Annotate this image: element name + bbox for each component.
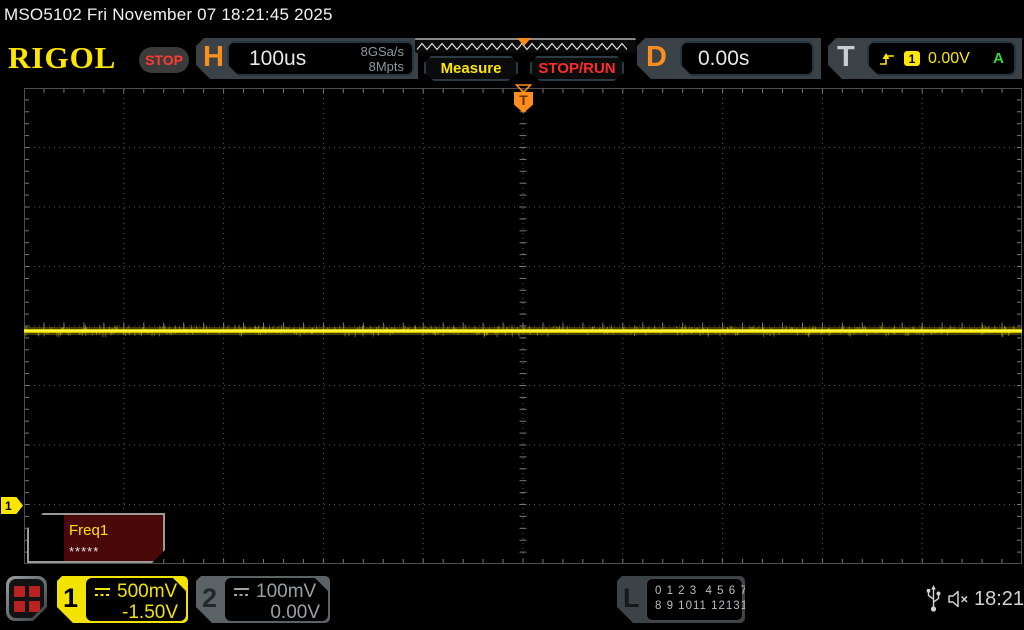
red-square-icon bbox=[14, 601, 25, 612]
memory-position-pointer-icon[interactable] bbox=[517, 38, 531, 46]
digital-channels-row2: 8 9 1011 12131415 bbox=[655, 600, 771, 612]
trigger-settings-block[interactable]: T 1 0.00V A bbox=[828, 38, 1022, 79]
speaker-muted-icon[interactable] bbox=[947, 589, 971, 609]
clock: 18:21 bbox=[974, 588, 1024, 610]
measure-button[interactable]: Measure bbox=[424, 56, 518, 81]
channel2-status-block[interactable]: 2 100mV 0.00V bbox=[196, 576, 330, 623]
digital-channels-row1: 0 1 2 3 4 5 6 7 bbox=[655, 585, 748, 597]
trigger-source-badge: 1 bbox=[904, 51, 920, 66]
measurement-value: ***** bbox=[69, 544, 100, 559]
timebase-value: 100us bbox=[249, 46, 307, 70]
acquisition-status-badge[interactable]: STOP bbox=[139, 47, 189, 73]
rigol-logo: RIGOL bbox=[8, 40, 117, 75]
channel1-scale: 500mV bbox=[117, 581, 178, 602]
channel2-offset: 0.00V bbox=[270, 602, 320, 623]
trigger-label: T bbox=[837, 41, 855, 73]
red-square-icon bbox=[29, 586, 40, 597]
dc-coupling-icon bbox=[233, 587, 251, 598]
logic-analyzer-label: L bbox=[623, 583, 640, 613]
graticule-and-waveform bbox=[24, 88, 1022, 564]
rising-edge-icon bbox=[879, 51, 896, 67]
channel2-scale: 100mV bbox=[256, 581, 317, 602]
oscilloscope-screen: MSO5102 Fri November 07 18:21:45 2025 RI… bbox=[0, 0, 1024, 630]
horizontal-label: H bbox=[203, 41, 224, 73]
red-square-icon bbox=[14, 586, 25, 597]
trigger-display: 1 0.00V A bbox=[867, 41, 1016, 76]
sample-info: 8GSa/s 8Mpts bbox=[360, 44, 404, 74]
delay-label: D bbox=[646, 41, 667, 73]
windows-menu-icon[interactable] bbox=[6, 576, 47, 621]
channel2-number: 2 bbox=[202, 583, 218, 613]
dc-coupling-icon bbox=[94, 587, 112, 598]
model-and-datetime: MSO5102 Fri November 07 18:21:45 2025 bbox=[4, 5, 333, 24]
channel1-status-block[interactable]: 1 500mV -1.50V bbox=[57, 576, 188, 623]
trigger-sweep-mode: A bbox=[993, 50, 1004, 67]
channel1-number: 1 bbox=[63, 583, 79, 613]
measurement-result-box[interactable]: Freq1 ***** bbox=[27, 513, 165, 563]
delay-value: 0.00s bbox=[698, 46, 750, 70]
logic-analyzer-block[interactable]: L 0 1 2 3 4 5 6 7 8 9 1011 12131415 bbox=[617, 576, 745, 623]
usb-icon bbox=[926, 585, 941, 612]
delay-display: 0.00s bbox=[680, 41, 814, 76]
memory-position-bar[interactable] bbox=[415, 38, 636, 53]
channel1-ground-marker[interactable]: 1 bbox=[1, 497, 23, 514]
channel1-offset: -1.50V bbox=[122, 602, 178, 623]
trigger-level-value: 0.00V bbox=[928, 49, 970, 67]
timebase-display: 100us 8GSa/s 8Mpts bbox=[227, 41, 414, 76]
red-square-icon bbox=[29, 601, 40, 612]
stop-run-button[interactable]: STOP/RUN bbox=[530, 56, 624, 81]
delay-settings-block[interactable]: D 0.00s bbox=[637, 38, 821, 79]
horizontal-settings-block[interactable]: H 100us 8GSa/s 8Mpts bbox=[196, 38, 418, 79]
measurement-label: Freq1 bbox=[69, 522, 109, 539]
